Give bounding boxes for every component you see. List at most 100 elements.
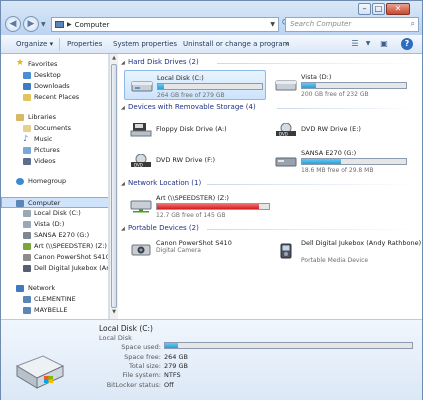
drive-name: Local Disk (C:) bbox=[157, 74, 204, 82]
collapse-icon[interactable]: ◢ bbox=[121, 60, 128, 66]
drive-art-network[interactable]: Art (\\SPEEDSTER) (Z:) 12.7 GB free of 1… bbox=[124, 191, 274, 221]
breadcrumb-computer[interactable]: Computer bbox=[75, 21, 110, 29]
nav-label: Libraries bbox=[28, 113, 57, 121]
view-options-dropdown-icon[interactable]: ▼ bbox=[362, 38, 374, 50]
svg-text:DVD: DVD bbox=[134, 163, 143, 168]
back-arrow-icon: ◀ bbox=[9, 19, 17, 29]
change-view-icon[interactable]: ☰ bbox=[349, 38, 361, 50]
file-system-label: File system: bbox=[122, 371, 161, 379]
drive-local-disk[interactable]: Local Disk (C:) 264 GB free of 279 GB bbox=[124, 70, 266, 100]
recent-pages-dropdown[interactable]: ▼ bbox=[41, 21, 46, 28]
nav-recent-places[interactable]: Recent Places bbox=[1, 92, 108, 103]
device-canon[interactable]: Canon PowerShot S410 Digital Camera bbox=[124, 236, 266, 266]
media-player-icon bbox=[280, 243, 292, 259]
scrollbar-thumb[interactable] bbox=[111, 64, 117, 308]
drive-free-space: 200 GB free of 232 GB bbox=[301, 91, 369, 98]
search-icon[interactable]: ⌕ bbox=[411, 19, 415, 29]
nav-favorites[interactable]: ★ Favorites bbox=[1, 59, 108, 70]
drive-dvd-e[interactable]: DVD DVD RW Drive (E:) bbox=[269, 115, 409, 145]
back-button[interactable]: ◀ bbox=[5, 16, 21, 32]
nav-homegroup[interactable]: Homegroup bbox=[1, 176, 108, 187]
nav-vista[interactable]: Vista (D:) bbox=[1, 219, 108, 230]
capacity-fill bbox=[157, 204, 260, 209]
toolbar-divider bbox=[59, 38, 60, 51]
hard-drive-icon bbox=[23, 221, 31, 228]
scroll-up-icon[interactable]: ▲ bbox=[110, 55, 118, 64]
drive-sansa[interactable]: SANSA E270 (G:) 18.6 MB free of 29.8 MB bbox=[269, 146, 409, 176]
organize-button[interactable]: Organize ▾ bbox=[16, 40, 53, 48]
nav-videos[interactable]: Videos bbox=[1, 156, 108, 167]
nav-music[interactable]: ♪ Music bbox=[1, 134, 108, 145]
system-properties-button[interactable]: System properties bbox=[113, 40, 177, 48]
nav-maybelle[interactable]: MAYBELLE bbox=[1, 305, 108, 316]
computer-icon bbox=[55, 21, 64, 28]
drive-dvd-f[interactable]: DVD DVD RW Drive (F:) bbox=[124, 146, 266, 176]
group-header-hard-drives[interactable]: ◢ Hard Disk Drives (2) bbox=[121, 58, 421, 69]
collapse-icon[interactable]: ◢ bbox=[121, 226, 128, 232]
network-computer-icon bbox=[23, 296, 31, 303]
drive-floppy[interactable]: Floppy Disk Drive (A:) bbox=[124, 115, 266, 145]
close-button[interactable]: ✕ bbox=[386, 3, 410, 15]
media-player-icon bbox=[23, 265, 31, 272]
bitlocker-label: BitLocker status: bbox=[106, 381, 161, 389]
videos-icon bbox=[23, 158, 31, 165]
nav-canon[interactable]: Canon PowerShot S410 bbox=[1, 252, 108, 263]
details-type: Local Disk bbox=[99, 334, 132, 342]
recent-places-icon bbox=[23, 94, 31, 101]
drive-name: Floppy Disk Drive (A:) bbox=[156, 125, 227, 133]
capacity-bar bbox=[301, 158, 407, 165]
preview-pane-icon[interactable]: ▣ bbox=[378, 38, 390, 50]
nav-label: Documents bbox=[34, 124, 72, 132]
nav-desktop[interactable]: Desktop bbox=[1, 70, 108, 81]
space-free-label: Space free: bbox=[124, 353, 161, 361]
collapse-icon[interactable]: ◢ bbox=[121, 105, 128, 111]
nav-label: Videos bbox=[34, 157, 56, 165]
drive-name: Vista (D:) bbox=[301, 73, 332, 81]
address-dropdown-icon[interactable]: ▼ bbox=[270, 21, 275, 28]
group-header-portable[interactable]: ◢ Portable Devices (2) bbox=[121, 224, 421, 235]
nav-libraries[interactable]: Libraries bbox=[1, 112, 108, 123]
group-header-removable[interactable]: ◢ Devices with Removable Storage (4) bbox=[121, 103, 421, 114]
nav-downloads[interactable]: Downloads bbox=[1, 81, 108, 92]
nav-dell[interactable]: Dell Digital Jukebox (Andy bbox=[1, 263, 108, 274]
device-name: Dell Digital Jukebox (Andy Rathbone) bbox=[301, 239, 422, 247]
scroll-down-icon[interactable]: ▼ bbox=[110, 309, 118, 318]
drive-free-space: 18.6 MB free of 29.8 MB bbox=[301, 167, 374, 174]
help-icon[interactable]: ? bbox=[401, 38, 413, 50]
dvd-drive-icon: DVD bbox=[276, 123, 296, 137]
drive-vista[interactable]: Vista (D:) 200 GB free of 232 GB bbox=[269, 70, 409, 100]
file-system-value: NTFS bbox=[164, 371, 181, 379]
bitlocker-value: Off bbox=[164, 381, 174, 389]
nav-local-disk[interactable]: Local Disk (C:) bbox=[1, 208, 108, 219]
nav-network[interactable]: Network bbox=[1, 283, 108, 294]
toolbar-more-button[interactable]: » bbox=[285, 40, 289, 48]
downloads-icon bbox=[23, 83, 31, 90]
forward-button[interactable]: ▶ bbox=[23, 16, 39, 32]
music-icon: ♪ bbox=[23, 134, 29, 143]
minimize-button[interactable]: – bbox=[358, 3, 371, 15]
nav-sansa[interactable]: SANSA E270 (G:) bbox=[1, 230, 108, 241]
navigation-pane: ★ Favorites Desktop Downloads Recent Pla… bbox=[1, 54, 109, 319]
navigation-scrollbar[interactable]: ▲ ▼ bbox=[109, 54, 118, 319]
network-computer-icon bbox=[23, 307, 31, 314]
maximize-button[interactable]: □ bbox=[372, 3, 385, 15]
nav-clementine[interactable]: CLEMENTINE bbox=[1, 294, 108, 305]
nav-computer[interactable]: Computer bbox=[1, 197, 108, 208]
properties-button[interactable]: Properties bbox=[67, 40, 102, 48]
address-bar[interactable]: ▶ Computer ▼ bbox=[51, 17, 279, 32]
group-title: Portable Devices (2) bbox=[128, 224, 199, 232]
nav-art[interactable]: Art (\\SPEEDSTER) (Z:) bbox=[1, 241, 108, 252]
drive-name: SANSA E270 (G:) bbox=[301, 149, 357, 157]
nav-documents[interactable]: Documents bbox=[1, 123, 108, 134]
nav-label: MAYBELLE bbox=[34, 306, 68, 314]
collapse-icon[interactable]: ◢ bbox=[121, 181, 128, 187]
network-drive-icon bbox=[130, 200, 152, 213]
pictures-icon bbox=[23, 147, 31, 154]
group-header-network-location[interactable]: ◢ Network Location (1) bbox=[121, 179, 421, 190]
uninstall-program-button[interactable]: Uninstall or change a program bbox=[183, 40, 290, 48]
nav-pictures[interactable]: Pictures bbox=[1, 145, 108, 156]
breadcrumb-separator-icon[interactable]: ▶ bbox=[67, 21, 72, 28]
device-dell-jukebox[interactable]: Dell Digital Jukebox (Andy Rathbone) Por… bbox=[269, 236, 422, 266]
search-input[interactable]: Search Computer ⌕ bbox=[285, 17, 419, 32]
device-name: Canon PowerShot S410 bbox=[156, 239, 232, 247]
